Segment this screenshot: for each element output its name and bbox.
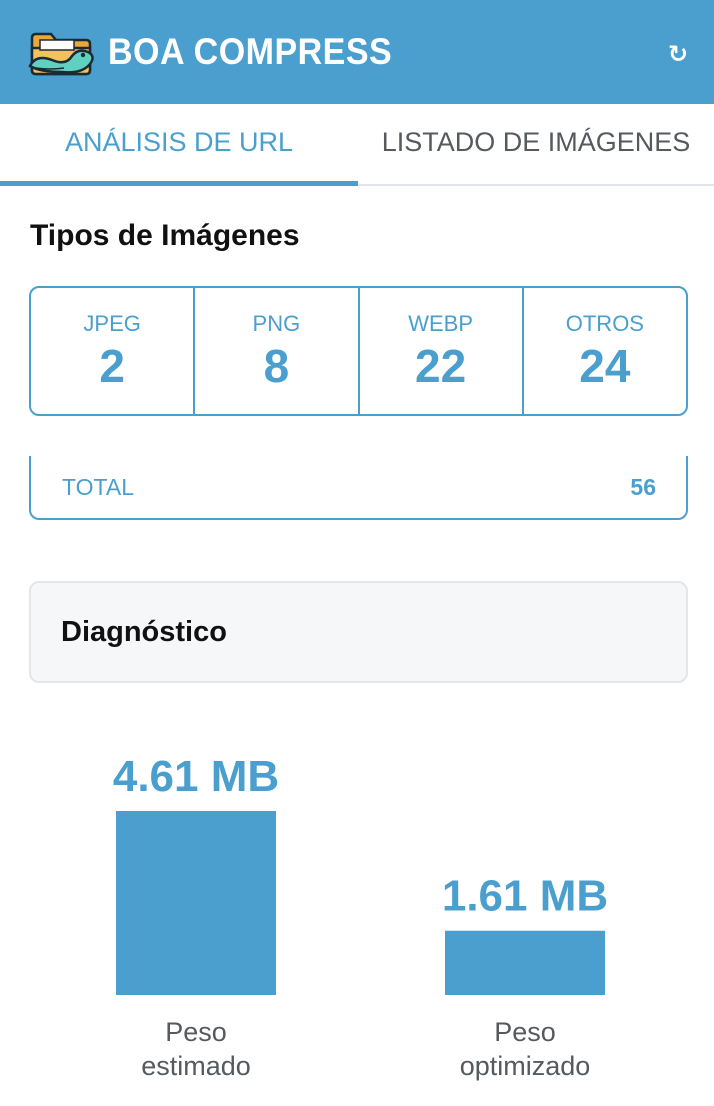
- bar-category-label: Peso optimizado: [415, 1015, 635, 1083]
- bar-category-line: optimizado: [459, 1051, 591, 1081]
- weight-bar-chart: 4.61 MB 1.61 MB Peso estimado Peso optimizad…: [0, 700, 714, 1106]
- type-cell-webp: WEBP 22: [360, 288, 524, 414]
- diagnostic-panel[interactable]: Diagnóstico: [29, 581, 688, 683]
- type-label: WEBP: [408, 311, 474, 336]
- image-types-summary: JPEG 2 PNG 8 WEBP 22 OTROS 24: [29, 286, 688, 416]
- type-count: 24: [579, 340, 631, 392]
- bar-category-line: Peso: [165, 1017, 227, 1047]
- image-types-title: Tipos de Imágenes: [30, 219, 300, 252]
- refresh-icon[interactable]: ↻: [664, 40, 692, 68]
- type-count: 8: [263, 340, 290, 392]
- type-label: OTROS: [565, 311, 644, 336]
- diagnostic-title: Diagnóstico: [61, 616, 227, 648]
- bar-value-label: 4.61 MB: [113, 752, 279, 801]
- type-cell-png: PNG 8: [195, 288, 360, 414]
- bar-category-label: Peso estimado: [86, 1015, 306, 1083]
- type-label: JPEG: [83, 311, 141, 336]
- folder-snake-logo-icon: [28, 32, 94, 76]
- total-label: TOTAL: [62, 474, 134, 500]
- bar-category-line: Peso: [494, 1017, 556, 1047]
- tab-url-analysis[interactable]: ANÁLISIS DE URL: [0, 104, 358, 186]
- tab-bar: ANÁLISIS DE URL LISTADO DE IMÁGENES: [0, 104, 714, 186]
- type-count: 2: [99, 340, 125, 392]
- type-cell-others: OTROS 24: [524, 288, 686, 414]
- tab-image-list[interactable]: LISTADO DE IMÁGENES: [358, 104, 714, 184]
- type-count: 22: [415, 340, 467, 392]
- total-value: 56: [630, 474, 656, 500]
- total-row: TOTAL 56: [29, 456, 688, 520]
- app-header: BOA COMPRESS ↻: [0, 0, 714, 104]
- bar-estimated: [116, 811, 276, 995]
- bar-optimized: [445, 930, 605, 995]
- bar-value-label: 1.61 MB: [442, 872, 608, 921]
- bar-category-line: estimado: [141, 1051, 251, 1081]
- app-title: BOA COMPRESS: [108, 31, 393, 72]
- type-cell-jpeg: JPEG 2: [31, 288, 196, 414]
- type-label: PNG: [252, 311, 301, 336]
